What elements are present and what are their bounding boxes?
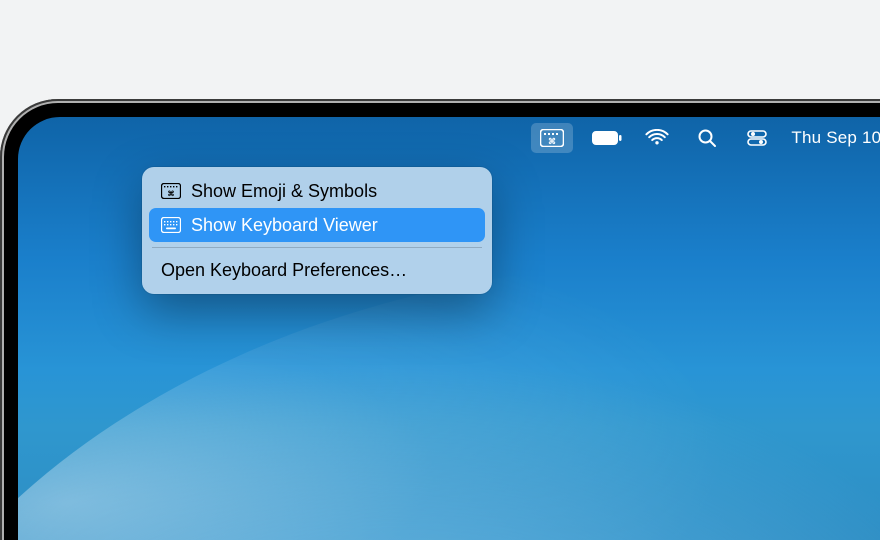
menu-item-label: Open Keyboard Preferences…: [161, 260, 407, 281]
svg-text:⌘: ⌘: [548, 137, 556, 146]
battery-menu-extra[interactable]: [591, 117, 623, 159]
svg-text:⌘: ⌘: [168, 190, 175, 198]
menu-bar-clock[interactable]: Thu Sep 10 9:41 PM: [791, 128, 880, 148]
control-center-menu-extra[interactable]: [741, 117, 773, 159]
wifi-menu-extra[interactable]: [641, 117, 673, 159]
menu-item-emoji-symbols[interactable]: ⌘ Show Emoji & Symbols: [149, 174, 485, 208]
desktop: ⌘: [18, 117, 880, 540]
menu-separator: [152, 247, 482, 248]
device-bezel: ⌘: [0, 99, 880, 540]
date-text: Thu Sep 10: [791, 128, 880, 148]
spotlight-menu-extra[interactable]: [691, 117, 723, 159]
input-source-dropdown: ⌘ Show Emoji & Symbols Show Keyboard Vie…: [142, 167, 492, 294]
character-viewer-icon: ⌘: [161, 183, 181, 199]
keyboard-viewer-icon: [161, 217, 181, 233]
menu-item-label: Show Keyboard Viewer: [191, 215, 378, 236]
menu-item-keyboard-viewer[interactable]: Show Keyboard Viewer: [149, 208, 485, 242]
menu-bar: ⌘: [18, 117, 880, 159]
input-source-menu-extra[interactable]: ⌘: [531, 123, 573, 153]
menu-item-keyboard-preferences[interactable]: Open Keyboard Preferences…: [149, 253, 485, 287]
menu-item-label: Show Emoji & Symbols: [191, 181, 377, 202]
